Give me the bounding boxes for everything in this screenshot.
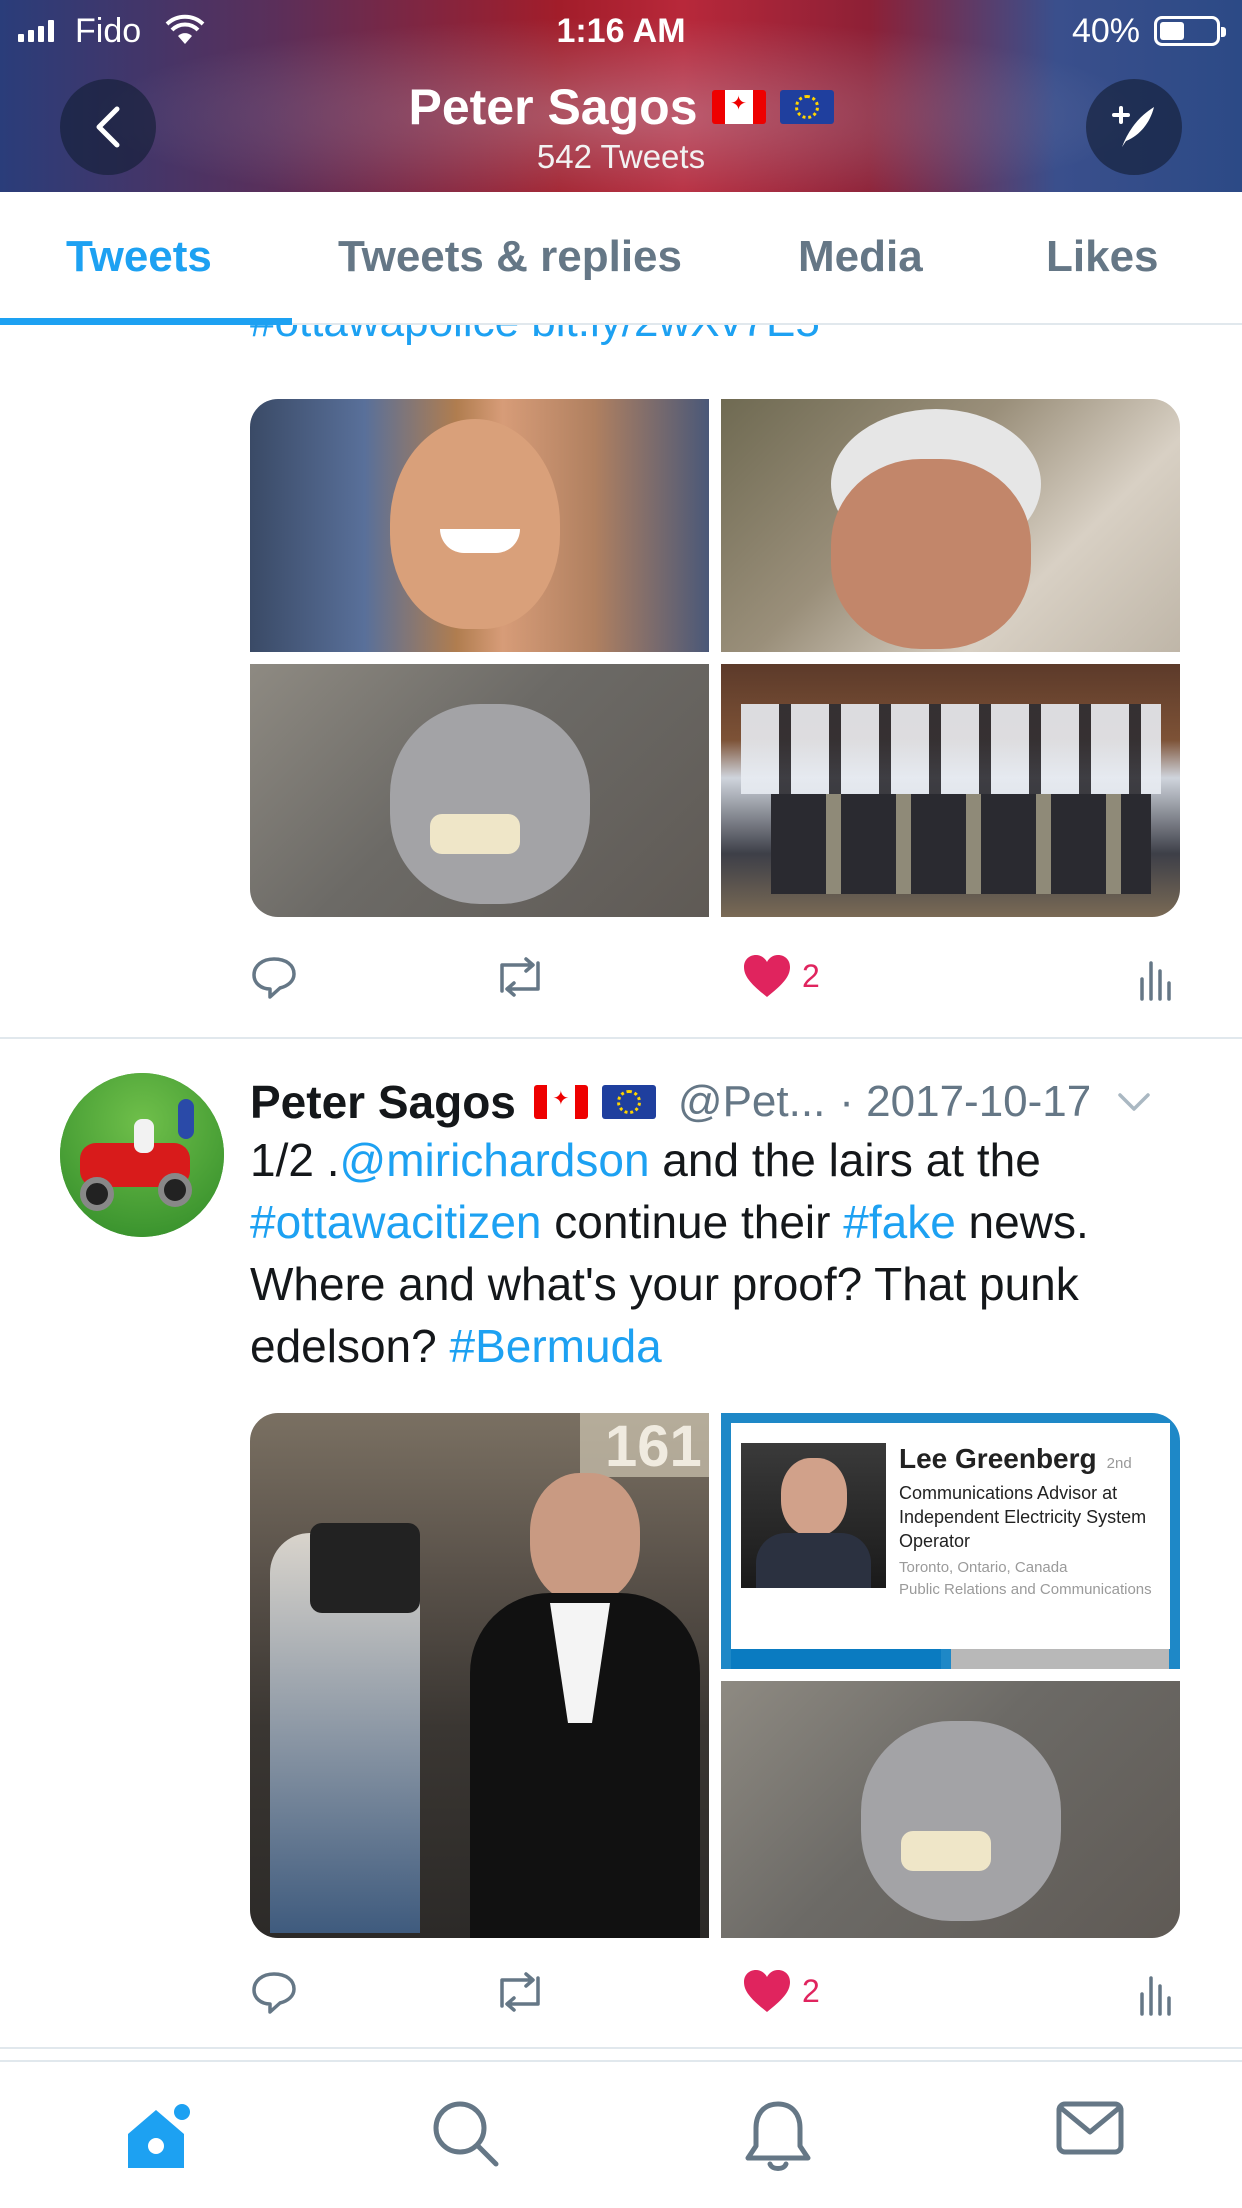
like-count: 2 bbox=[802, 1972, 820, 2009]
tweet-media-grid[interactable]: 161 Lee Greenberg 2nd Communications Adv… bbox=[250, 1413, 1180, 1938]
tweet-date[interactable]: · 2017-10-17 bbox=[839, 1077, 1091, 1127]
tweet-divider bbox=[0, 1037, 1242, 1039]
tweet-photo-lawyer[interactable]: 161 bbox=[250, 1413, 709, 1938]
battery-percent: 40% bbox=[1071, 12, 1140, 50]
retweet-button[interactable] bbox=[492, 1968, 548, 2016]
tweet-text: 1/2 .@mirichardson and the lairs at the … bbox=[250, 1129, 1190, 1377]
heart-icon bbox=[744, 1970, 790, 2012]
mention-link[interactable]: @mirichardson bbox=[340, 1134, 650, 1186]
status-bar: Fido 1:16 AM 40% bbox=[0, 0, 1242, 60]
tweet-feed[interactable]: #ottawapolice bit.ly/2wXv7E5 bbox=[0, 325, 1242, 2060]
notifications-tab[interactable] bbox=[742, 2098, 814, 2179]
canada-flag-icon bbox=[711, 90, 766, 124]
tweet-text-segment: 1/2 . bbox=[250, 1134, 340, 1186]
tweet-photo-girl[interactable] bbox=[250, 399, 709, 652]
reply-button[interactable] bbox=[250, 953, 298, 1001]
compose-quill-icon bbox=[1112, 106, 1154, 147]
profile-name: Peter Sagos bbox=[408, 79, 698, 135]
compose-tweet-button[interactable] bbox=[1086, 79, 1182, 175]
search-icon bbox=[433, 2101, 499, 2167]
analytics-button[interactable] bbox=[1138, 1968, 1172, 2016]
reply-button[interactable] bbox=[250, 1968, 298, 2016]
heart-icon bbox=[744, 955, 790, 997]
like-button[interactable]: 2 bbox=[742, 1968, 820, 2014]
profile-title: Peter Sagos 542 Tweets bbox=[0, 78, 1242, 176]
mail-icon bbox=[1056, 2101, 1124, 2155]
retweet-icon bbox=[500, 1972, 540, 2012]
hashtag-link[interactable]: #ottawacitizen bbox=[250, 1196, 542, 1248]
tweet-media-grid[interactable] bbox=[250, 399, 1180, 917]
canada-flag-icon bbox=[533, 1085, 588, 1119]
bell-icon bbox=[745, 2101, 811, 2171]
tweet-text-segment: continue their bbox=[541, 1196, 844, 1248]
reply-icon bbox=[252, 957, 296, 999]
analytics-button[interactable] bbox=[1138, 953, 1172, 1001]
tweet-header: Peter Sagos @Pet... · 2017-10-17 bbox=[250, 1067, 1190, 1137]
eu-flag-icon bbox=[601, 1085, 656, 1119]
reply-icon bbox=[252, 1972, 296, 2014]
bottom-tab-bar bbox=[0, 2060, 1242, 2208]
tweet-divider bbox=[0, 2047, 1242, 2049]
like-count: 2 bbox=[802, 957, 820, 994]
battery-icon bbox=[1154, 16, 1226, 46]
tweet-actions: 2 bbox=[250, 1968, 1180, 2028]
tweet-photo-old-man[interactable] bbox=[721, 399, 1180, 652]
analytics-icon bbox=[1140, 961, 1171, 1001]
analytics-icon bbox=[1140, 1976, 1171, 2016]
tweet-author-name[interactable]: Peter Sagos bbox=[250, 1075, 516, 1129]
home-tab[interactable] bbox=[120, 2098, 200, 2183]
linkedin-title: Communications Advisor at Independent El… bbox=[899, 1483, 1147, 1551]
profile-tabs: Tweets Tweets & replies Media Likes bbox=[0, 192, 1242, 325]
linkedin-name: Lee Greenberg bbox=[899, 1443, 1097, 1474]
messages-tab[interactable] bbox=[1056, 2098, 1124, 2163]
tab-likes[interactable]: Likes bbox=[1046, 232, 1159, 282]
tweet-link-text[interactable]: #ottawapolice bit.ly/2wXv7E5 bbox=[250, 325, 820, 347]
active-tab-indicator bbox=[0, 318, 292, 325]
chevron-down-icon[interactable] bbox=[1117, 1091, 1151, 1113]
tab-media[interactable]: Media bbox=[798, 232, 923, 282]
tab-tweets-and-replies[interactable]: Tweets & replies bbox=[338, 232, 682, 282]
linkedin-profile-card[interactable]: Lee Greenberg 2nd Communications Advisor… bbox=[721, 1413, 1180, 1669]
like-button[interactable]: 2 bbox=[742, 953, 820, 999]
linkedin-industry: Public Relations and Communications bbox=[899, 1581, 1152, 1598]
hashtag-link[interactable]: #fake bbox=[843, 1196, 956, 1248]
tweet-actions: 2 bbox=[250, 953, 1180, 1013]
avatar[interactable] bbox=[60, 1073, 224, 1237]
retweet-button[interactable] bbox=[492, 953, 548, 1001]
tab-tweets[interactable]: Tweets bbox=[66, 232, 212, 282]
tweet-photo-police-group[interactable] bbox=[721, 664, 1180, 917]
profile-header: Fido 1:16 AM 40% Peter Sagos 542 Tweets bbox=[0, 0, 1242, 192]
eu-flag-icon bbox=[779, 90, 834, 124]
tweet-text-segment: and the lairs at the bbox=[649, 1134, 1041, 1186]
linkedin-location: Toronto, Ontario, Canada bbox=[899, 1559, 1068, 1576]
linkedin-degree: 2nd bbox=[1106, 1455, 1132, 1472]
tweet-author-handle[interactable]: @Pet... bbox=[678, 1077, 825, 1127]
hashtag-link[interactable]: #Bermuda bbox=[450, 1320, 662, 1372]
tweet-count: 542 Tweets bbox=[536, 138, 706, 175]
home-icon bbox=[128, 2104, 190, 2168]
search-tab[interactable] bbox=[430, 2098, 502, 2175]
status-time: 1:16 AM bbox=[556, 12, 686, 50]
tweet-photo-donkey[interactable] bbox=[250, 664, 709, 917]
building-number: 161 bbox=[605, 1414, 702, 1479]
retweet-icon bbox=[500, 957, 540, 997]
tweet-photo-donkey[interactable] bbox=[721, 1681, 1180, 1938]
